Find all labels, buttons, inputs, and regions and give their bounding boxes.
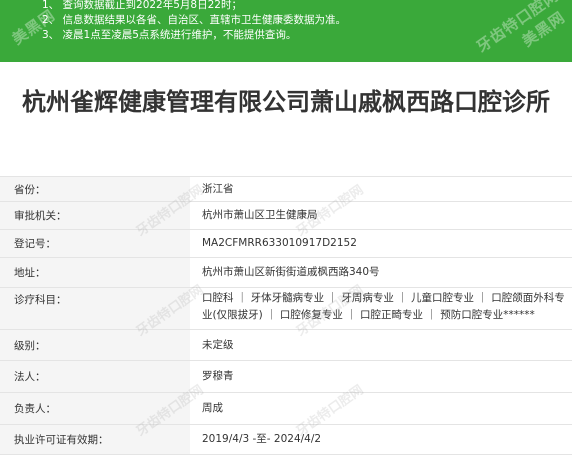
value-legal-person: 罗穆青 — [202, 370, 234, 382]
row-province: 省份： 浙江省 — [0, 177, 572, 202]
label-address: 地址： — [0, 258, 190, 287]
value-registration: MA2CFMRR633010917D2152 — [202, 237, 357, 249]
label-license-validity: 执业许可证有效期： — [0, 425, 190, 454]
row-address: 地址： 杭州市萧山区新街街道戚枫西路340号 — [0, 258, 572, 288]
label-registration: 登记号： — [0, 230, 190, 257]
value-manager: 周成 — [202, 402, 223, 414]
notice-banner: 1、 查询数据截止到2022年5月8日22时； 2、 信息数据结果以各省、自治区… — [0, 0, 572, 62]
label-authority: 审批机关： — [0, 202, 190, 229]
value-level: 未定级 — [202, 338, 234, 351]
label-province: 省份： — [0, 177, 190, 201]
value-address: 杭州市萧山区新街街道戚枫西路340号 — [202, 266, 380, 278]
row-level: 级别： 未定级 — [0, 330, 572, 361]
notice-line-1: 1、 查询数据截止到2022年5月8日22时； — [42, 0, 242, 11]
row-manager: 负责人： 周成 — [0, 393, 572, 425]
row-legal-person: 法人： 罗穆青 — [0, 361, 572, 393]
label-level: 级别： — [0, 330, 190, 360]
row-registration: 登记号： MA2CFMRR633010917D2152 — [0, 230, 572, 258]
label-legal-person: 法人： — [0, 361, 190, 392]
clinic-title: 杭州雀辉健康管理有限公司萧山戚枫西路口腔诊所 — [22, 88, 550, 116]
value-license-validity: 2019/4/3 -至- 2024/4/2 — [202, 433, 322, 445]
label-departments: 诊疗科目： — [0, 288, 190, 329]
value-province: 浙江省 — [202, 182, 234, 195]
row-departments: 诊疗科目： 口腔科 ｜ 牙体牙髓病专业 ｜ 牙周病专业 ｜ 儿童口腔专业 ｜ 口… — [0, 288, 572, 330]
row-authority: 审批机关： 杭州市萧山区卫生健康局 — [0, 202, 572, 230]
value-departments: 口腔科 ｜ 牙体牙髓病专业 ｜ 牙周病专业 ｜ 儿童口腔专业 ｜ 口腔颌面外科专… — [202, 292, 565, 321]
notice-line-2: 2、 信息数据结果以各省、自治区、直辖市卫生健康委数据为准。 — [42, 14, 347, 26]
label-manager: 负责人： — [0, 393, 190, 424]
row-license-validity: 执业许可证有效期： 2019/4/3 -至- 2024/4/2 — [0, 425, 572, 455]
value-authority: 杭州市萧山区卫生健康局 — [202, 209, 318, 221]
details-table: 省份： 浙江省 审批机关： 杭州市萧山区卫生健康局 登记号： MA2CFMRR6… — [0, 176, 572, 455]
